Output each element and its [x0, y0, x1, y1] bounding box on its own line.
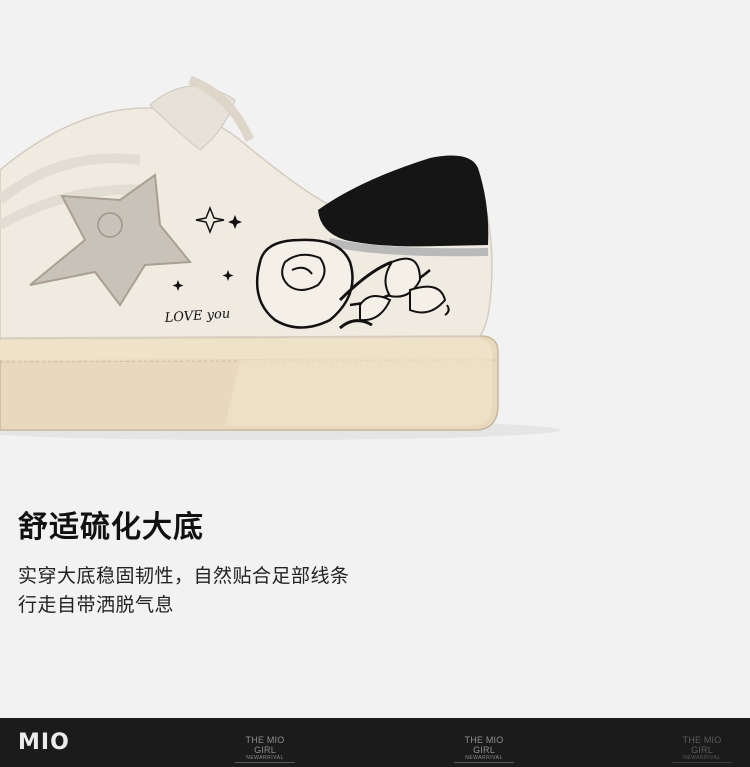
tagline-title: THE MIO GIRL	[682, 735, 722, 755]
brand-logo: MIO	[18, 730, 70, 755]
footer-bar: MIO THE MIO GIRL NEWARRIVAL THE MIO GIRL…	[0, 718, 750, 767]
section-headline: 舒适硫化大底	[18, 510, 204, 545]
feature-description: 实穿大底稳固韧性，自然贴合足部线条 行走自带洒脱气息	[18, 562, 350, 620]
tagline-title: THE MIO GIRL	[464, 735, 504, 755]
tagline-sub: NEWARRIVAL	[454, 755, 514, 763]
brand-tagline: THE MIO GIRL NEWARRIVAL	[454, 735, 514, 763]
description-line-2: 行走自带洒脱气息	[18, 594, 175, 616]
brand-tagline: THE MIO GIRL NEWARRIVAL	[672, 735, 732, 763]
description-line-1: 实穿大底稳固韧性，自然贴合足部线条	[18, 565, 350, 587]
tagline-title: THE MIO GIRL	[245, 735, 285, 755]
tagline-sub: NEWARRIVAL	[672, 755, 732, 763]
product-image-sneaker: LOVE you	[0, 0, 750, 470]
tagline-sub: NEWARRIVAL	[235, 755, 295, 763]
brand-tagline: THE MIO GIRL NEWARRIVAL	[235, 735, 295, 763]
